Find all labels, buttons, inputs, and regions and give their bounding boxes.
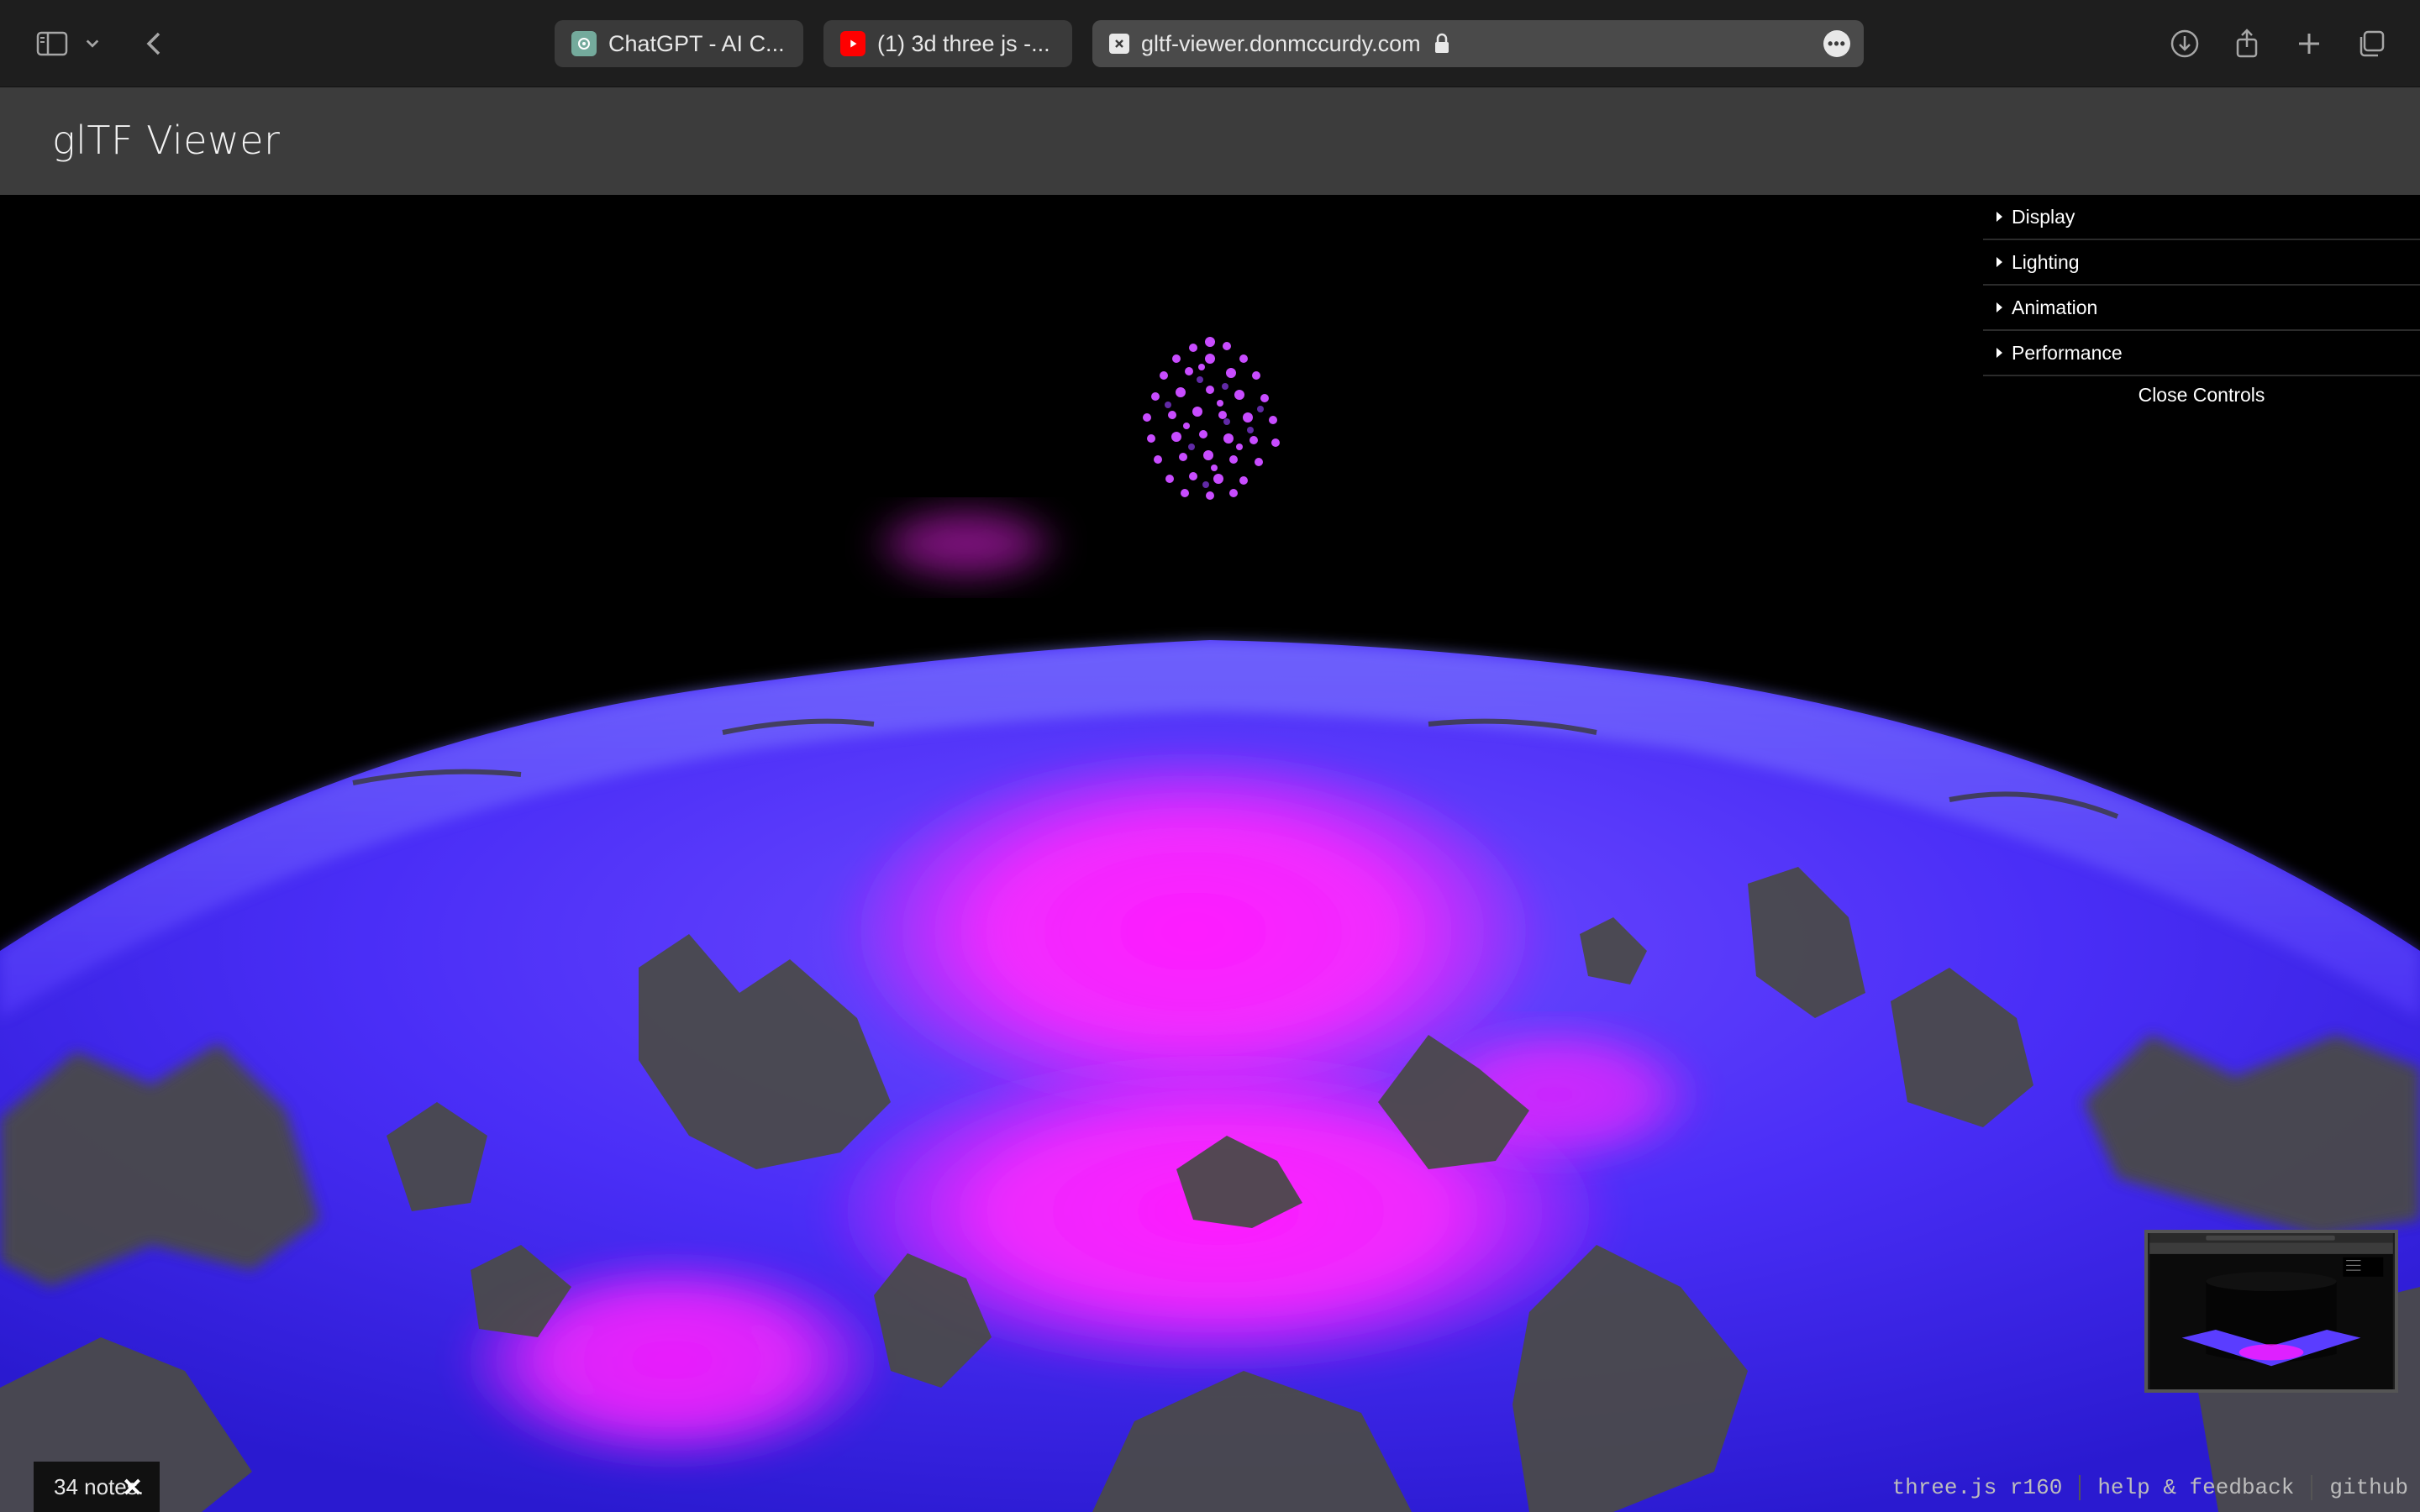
- lock-icon: [1433, 33, 1451, 55]
- tab-gltf-viewer[interactable]: gltf-viewer.donmccurdy.com •••: [1092, 20, 1864, 67]
- tab-overview-icon[interactable]: [2351, 24, 2391, 64]
- thumbnail-preview: [2149, 1233, 2393, 1389]
- tab-label: ChatGPT - AI C...: [608, 30, 785, 56]
- share-icon[interactable]: [2227, 24, 2267, 64]
- folder-label: Animation: [2012, 296, 2098, 318]
- notes-badge: 34 notes. ✕: [34, 1462, 160, 1512]
- page-menu-icon[interactable]: •••: [1823, 30, 1850, 57]
- browser-toolbar: ChatGPT - AI C... (1) 3d three js -... g…: [0, 0, 2420, 87]
- folder-lighting[interactable]: Lighting: [1983, 240, 2420, 286]
- screenshot-thumbnail[interactable]: [2144, 1230, 2398, 1393]
- controls-panel: Display Lighting Animation Performance C…: [1983, 195, 2420, 413]
- chatgpt-icon: [571, 31, 597, 56]
- version-link[interactable]: three.js r160: [1891, 1475, 2062, 1500]
- tab-label: (1) 3d three js -...: [877, 30, 1050, 56]
- footer-links: three.js r160 help & feedback github: [1891, 1475, 2408, 1500]
- caret-right-icon: [1996, 348, 2002, 358]
- tab-youtube[interactable]: (1) 3d three js -...: [823, 20, 1072, 67]
- help-feedback-link[interactable]: help & feedback: [2097, 1475, 2294, 1500]
- chevron-down-icon[interactable]: [77, 24, 108, 64]
- close-tab-icon[interactable]: [1109, 34, 1129, 54]
- new-tab-icon[interactable]: [2289, 24, 2329, 64]
- app-header: glTF Viewer: [0, 87, 2420, 195]
- close-icon[interactable]: ✕: [122, 1473, 143, 1503]
- folder-label: Performance: [2012, 341, 2123, 364]
- youtube-icon: [840, 31, 865, 56]
- sidebar-toggle-icon[interactable]: [32, 24, 72, 64]
- folder-animation[interactable]: Animation: [1983, 286, 2420, 331]
- particle-sphere: [1143, 337, 1280, 500]
- tab-chatgpt[interactable]: ChatGPT - AI C...: [555, 20, 803, 67]
- github-link[interactable]: github: [2329, 1475, 2408, 1500]
- folder-performance[interactable]: Performance: [1983, 331, 2420, 376]
- back-icon[interactable]: [134, 24, 175, 64]
- footer-divider: [2079, 1475, 2081, 1500]
- caret-right-icon: [1996, 212, 2002, 222]
- folder-display[interactable]: Display: [1983, 195, 2420, 240]
- app-title: glTF Viewer: [52, 118, 281, 163]
- folder-label: Display: [2012, 205, 2075, 228]
- folder-label: Lighting: [2012, 250, 2080, 273]
- footer-divider: [2311, 1475, 2313, 1500]
- close-controls-button[interactable]: Close Controls: [1983, 376, 2420, 413]
- caret-right-icon: [1996, 302, 2002, 312]
- downloads-icon[interactable]: [2165, 24, 2205, 64]
- tab-url: gltf-viewer.donmccurdy.com: [1141, 30, 1421, 56]
- caret-right-icon: [1996, 257, 2002, 267]
